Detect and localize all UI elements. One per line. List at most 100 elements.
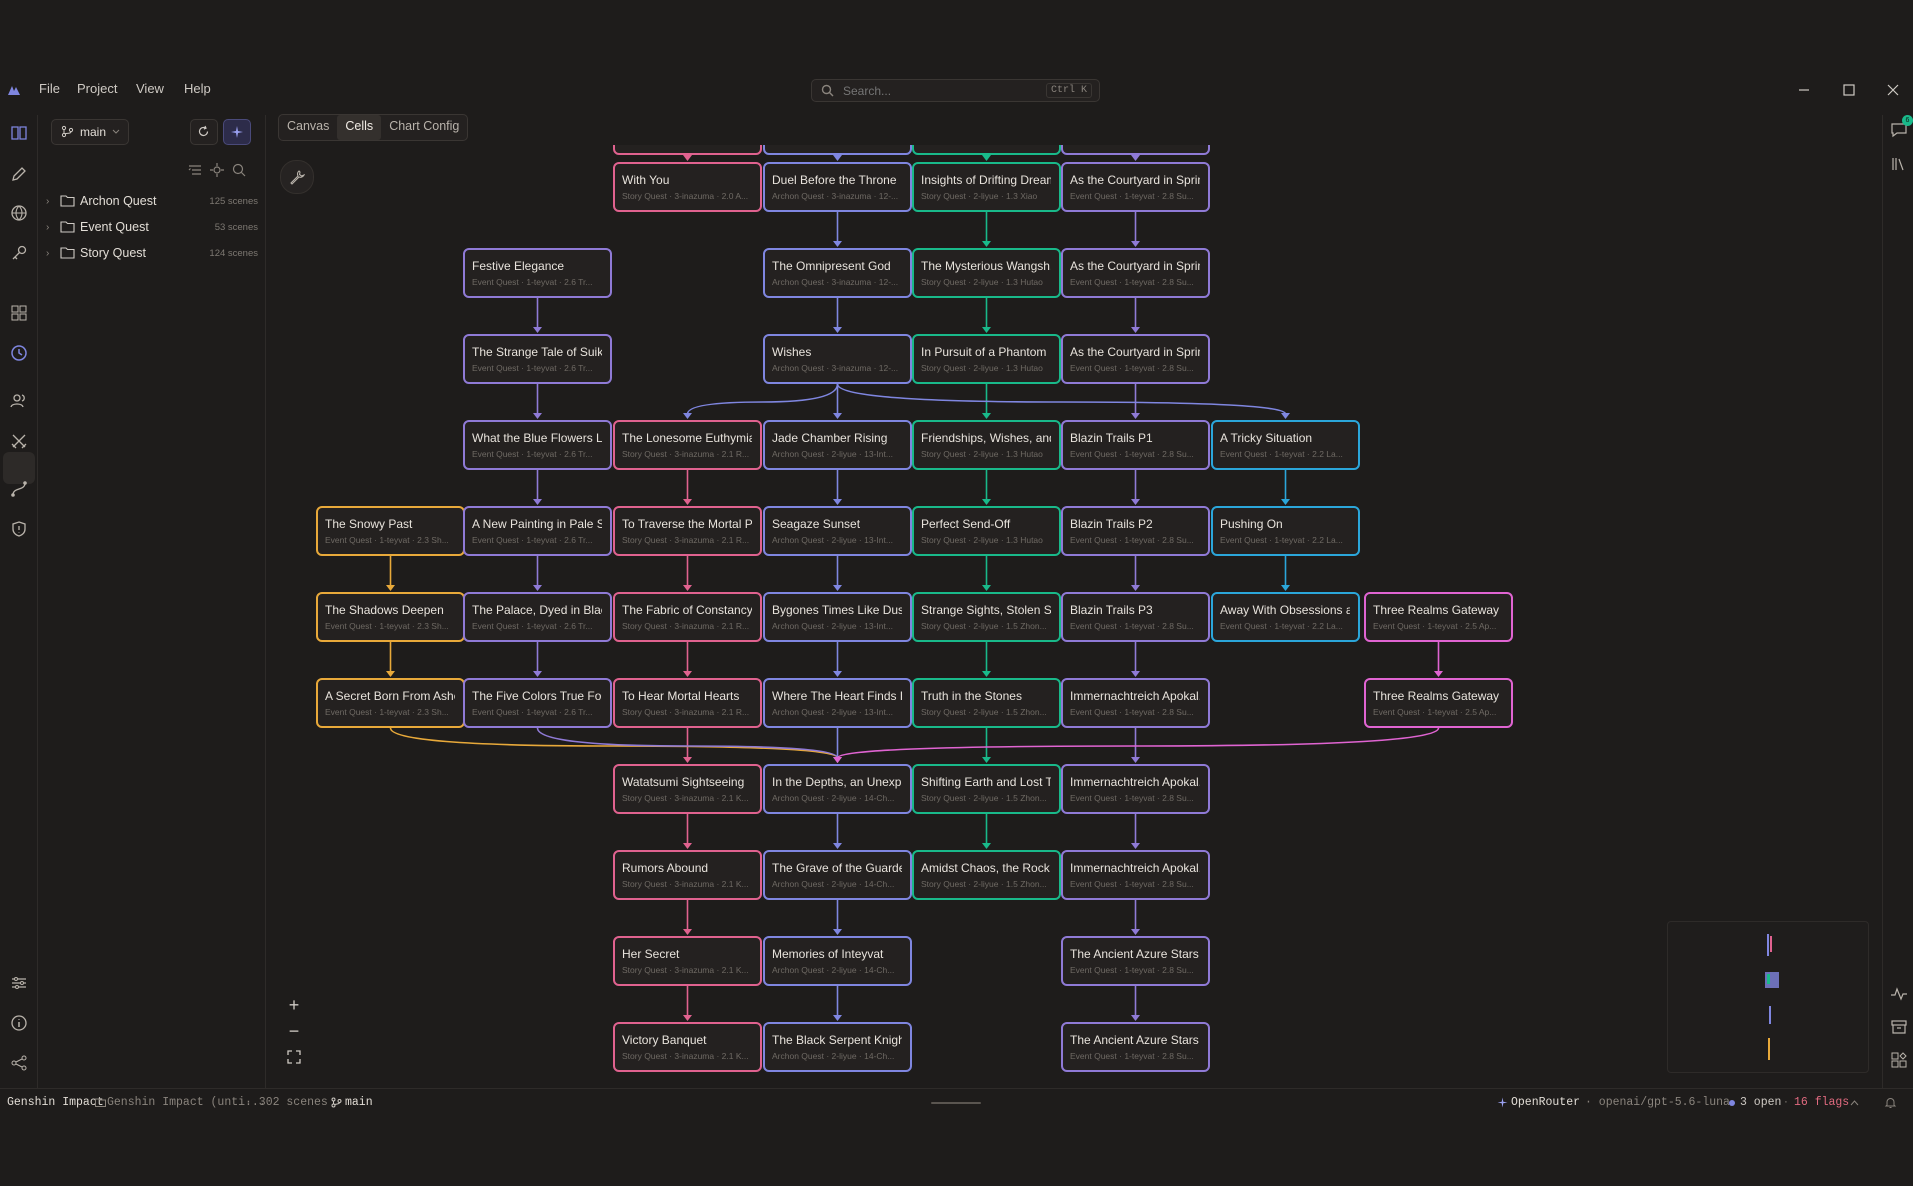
ai-assist-button[interactable] bbox=[223, 119, 251, 145]
tab-cells[interactable]: Cells bbox=[337, 115, 382, 140]
scene-node[interactable]: Rumors Abound Story Quest · 3-inazuma · 2… bbox=[613, 850, 762, 900]
tools-button[interactable] bbox=[280, 160, 314, 194]
status-provider[interactable]: OpenRouter bbox=[1511, 1096, 1580, 1109]
flow-canvas[interactable]: With You Story Quest · 3-inazuma · 2.0 A.… bbox=[266, 145, 1882, 1088]
activity-icon[interactable] bbox=[1890, 985, 1908, 1003]
path-icon[interactable] bbox=[9, 479, 29, 499]
search-box[interactable]: Ctrl K bbox=[811, 79, 1100, 102]
scene-node[interactable]: The Mysterious Wangsh... Story Quest · 2-… bbox=[912, 248, 1061, 298]
share-icon[interactable] bbox=[9, 1053, 29, 1073]
scene-node[interactable]: Jade Chamber Rising Archon Quest · 2-liyu… bbox=[763, 420, 912, 470]
sliders-icon[interactable] bbox=[9, 973, 29, 993]
filter-search-icon[interactable] bbox=[231, 162, 247, 178]
scene-node[interactable]: Three Realms Gateway ... Event Quest · 1-… bbox=[1364, 678, 1513, 728]
scene-node[interactable]: Seagaze Sunset Archon Quest · 2-liyue · 1… bbox=[763, 506, 912, 556]
scene-node[interactable]: The Five Colors True Form Event Quest · 1… bbox=[463, 678, 612, 728]
library-icon[interactable] bbox=[1890, 155, 1908, 173]
pen-icon[interactable] bbox=[9, 164, 29, 184]
zoom-in-button[interactable]: + bbox=[282, 995, 306, 1017]
scene-node[interactable]: Wishes Archon Quest · 3-inazuma · 12-... bbox=[763, 334, 912, 384]
scene-node[interactable]: The Fabric of Constancy Story Quest · 3-i… bbox=[613, 592, 762, 642]
resize-handle[interactable] bbox=[931, 1102, 981, 1104]
scene-node[interactable]: Festive Elegance Event Quest · 1-teyvat ·… bbox=[463, 248, 612, 298]
scene-node[interactable]: Shifting Earth and Lost T... Story Quest … bbox=[912, 764, 1061, 814]
scene-node[interactable]: Away With Obsessions a... Event Quest · 1… bbox=[1211, 592, 1360, 642]
tab-chart-config[interactable]: Chart Config bbox=[381, 115, 467, 140]
scene-node[interactable]: Friendships, Wishes, and ... Story Quest … bbox=[912, 420, 1061, 470]
menu-file[interactable]: File bbox=[39, 81, 60, 96]
scene-node[interactable]: Immernachtreich Apokal... Event Quest · 1… bbox=[1061, 764, 1210, 814]
status-project[interactable]: Genshin Impact bbox=[7, 1096, 104, 1109]
scene-node[interactable]: The Omnipresent God Archon Quest · 3-inaz… bbox=[763, 248, 912, 298]
scene-node[interactable]: As the Courtyard in Sprin... Event Quest … bbox=[1061, 248, 1210, 298]
tree-folder-event-quest[interactable]: › Event Quest 53 scenes bbox=[46, 217, 258, 239]
scene-node[interactable]: In Pursuit of a Phantom Story Quest · 2-l… bbox=[912, 334, 1061, 384]
status-flags-count[interactable]: 16 flags bbox=[1794, 1096, 1849, 1109]
scene-node[interactable]: Where The Heart Finds R... Archon Quest ·… bbox=[763, 678, 912, 728]
scene-node[interactable]: As the Courtyard in Sprin... Event Quest … bbox=[1061, 162, 1210, 212]
scene-node[interactable]: Amidst Chaos, the Rock I... Story Quest ·… bbox=[912, 850, 1061, 900]
scene-node[interactable]: With You Story Quest · 3-inazuma · 2.0 A.… bbox=[613, 162, 762, 212]
scene-node[interactable]: The Ancient Azure Stars P1 Event Quest · … bbox=[1061, 936, 1210, 986]
maximize-icon[interactable] bbox=[1839, 80, 1859, 100]
scene-node[interactable]: To Hear Mortal Hearts Story Quest · 3-ina… bbox=[613, 678, 762, 728]
scene-node[interactable]: Three Realms Gateway ... Event Quest · 1-… bbox=[1364, 592, 1513, 642]
scene-node[interactable]: Pushing On Event Quest · 1-teyvat · 2.2 L… bbox=[1211, 506, 1360, 556]
scene-node[interactable]: Bygones Times Like Dust... Archon Quest ·… bbox=[763, 592, 912, 642]
status-path[interactable]: Genshin Impact (unti... bbox=[107, 1096, 266, 1109]
grid-icon[interactable] bbox=[9, 303, 29, 323]
scene-node[interactable]: The Grave of the Guarded Archon Quest · 2… bbox=[763, 850, 912, 900]
info-icon[interactable] bbox=[9, 1013, 29, 1033]
tree-folder-story-quest[interactable]: › Story Quest 124 scenes bbox=[46, 243, 258, 265]
book-icon[interactable] bbox=[9, 123, 29, 143]
scene-node[interactable]: Duel Before the Throne Archon Quest · 3-i… bbox=[763, 162, 912, 212]
globe-icon[interactable] bbox=[9, 203, 29, 223]
scene-node[interactable]: What the Blue Flowers L... Event Quest · … bbox=[463, 420, 612, 470]
scene-node[interactable]: The Palace, Dyed in Black Event Quest · 1… bbox=[463, 592, 612, 642]
scene-node-partial[interactable] bbox=[1061, 145, 1210, 155]
status-branch[interactable]: main bbox=[345, 1096, 373, 1109]
zoom-out-button[interactable]: − bbox=[282, 1021, 306, 1043]
widgets-icon[interactable] bbox=[1890, 1051, 1908, 1069]
scene-node[interactable]: Strange Sights, Stolen S... Story Quest ·… bbox=[912, 592, 1061, 642]
scene-node[interactable]: Victory Banquet Story Quest · 3-inazuma ·… bbox=[613, 1022, 762, 1072]
scene-node[interactable]: The Shadows Deepen Event Quest · 1-teyvat… bbox=[316, 592, 465, 642]
scene-node[interactable]: Immernachtreich Apokal... Event Quest · 1… bbox=[1061, 678, 1210, 728]
scene-node[interactable]: Blazin Trails P1 Event Quest · 1-teyvat ·… bbox=[1061, 420, 1210, 470]
scene-node[interactable]: A Tricky Situation Event Quest · 1-teyvat… bbox=[1211, 420, 1360, 470]
menu-view[interactable]: View bbox=[136, 81, 164, 96]
scene-node[interactable]: Perfect Send-Off Story Quest · 2-liyue · … bbox=[912, 506, 1061, 556]
refresh-button[interactable] bbox=[190, 119, 218, 145]
scene-node[interactable]: Blazin Trails P3 Event Quest · 1-teyvat ·… bbox=[1061, 592, 1210, 642]
key-icon[interactable] bbox=[9, 243, 29, 263]
scene-node[interactable]: The Snowy Past Event Quest · 1-teyvat · 2… bbox=[316, 506, 465, 556]
scene-node[interactable]: The Black Serpent Knigh... Archon Quest ·… bbox=[763, 1022, 912, 1072]
locate-icon[interactable] bbox=[209, 162, 225, 178]
minimap[interactable] bbox=[1667, 921, 1869, 1073]
menu-project[interactable]: Project bbox=[77, 81, 117, 96]
tab-canvas[interactable]: Canvas bbox=[279, 115, 337, 140]
fit-view-button[interactable] bbox=[282, 1047, 306, 1069]
scene-node[interactable]: To Traverse the Mortal P... Story Quest ·… bbox=[613, 506, 762, 556]
collapse-all-icon[interactable] bbox=[187, 162, 203, 178]
minimize-icon[interactable] bbox=[1794, 80, 1814, 100]
menu-help[interactable]: Help bbox=[184, 81, 211, 96]
shield-icon[interactable] bbox=[9, 519, 29, 539]
scene-node[interactable]: A Secret Born From Ashes Event Quest · 1-… bbox=[316, 678, 465, 728]
scene-node[interactable]: Truth in the Stones Story Quest · 2-liyue… bbox=[912, 678, 1061, 728]
scene-node[interactable]: Immernachtreich Apokal... Event Quest · 1… bbox=[1061, 850, 1210, 900]
bell-icon[interactable] bbox=[1884, 1096, 1897, 1109]
clock-icon[interactable] bbox=[9, 343, 29, 363]
scene-node[interactable]: Her Secret Story Quest · 3-inazuma · 2.1 … bbox=[613, 936, 762, 986]
scene-node[interactable]: In the Depths, an Unexp... Archon Quest ·… bbox=[763, 764, 912, 814]
scene-node[interactable]: As the Courtyard in Sprin... Event Quest … bbox=[1061, 334, 1210, 384]
search-input[interactable] bbox=[841, 82, 1045, 100]
scene-node-partial[interactable] bbox=[763, 145, 912, 155]
users-icon[interactable] bbox=[9, 391, 29, 411]
scene-node[interactable]: Watatsumi Sightseeing Story Quest · 3-ina… bbox=[613, 764, 762, 814]
close-icon[interactable] bbox=[1883, 80, 1903, 100]
scene-node-partial[interactable] bbox=[912, 145, 1061, 155]
scene-node[interactable]: Blazin Trails P2 Event Quest · 1-teyvat ·… bbox=[1061, 506, 1210, 556]
scene-node[interactable]: The Ancient Azure Stars P2 Event Quest · … bbox=[1061, 1022, 1210, 1072]
archive-icon[interactable] bbox=[1890, 1018, 1908, 1036]
